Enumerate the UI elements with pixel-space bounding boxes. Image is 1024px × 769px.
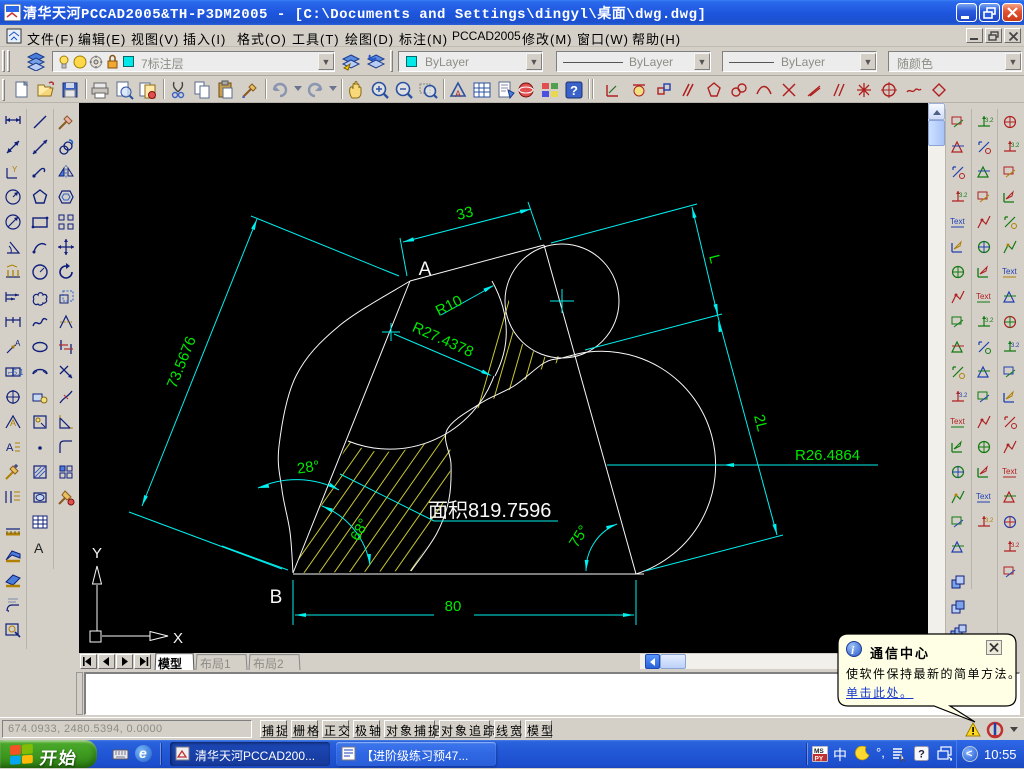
svg-text:PY: PY <box>815 756 824 763</box>
svg-text:3.2: 3.2 <box>1011 143 1020 149</box>
svg-text:3.2: 3.2 <box>1011 543 1020 549</box>
svg-text:A: A <box>6 442 14 454</box>
svg-text:X: X <box>173 630 183 647</box>
svg-text:28°: 28° <box>296 458 321 478</box>
svg-text:3.2: 3.2 <box>985 118 994 124</box>
svg-text:面积819.7596: 面积819.7596 <box>428 499 551 522</box>
svg-text:⌐5.1: ⌐5.1 <box>8 368 23 377</box>
svg-text:Text: Text <box>1002 467 1017 476</box>
svg-text:Text: Text <box>950 417 965 426</box>
svg-text:3.2: 3.2 <box>985 318 994 324</box>
svg-text:A: A <box>419 259 432 280</box>
svg-text:B: B <box>270 587 283 608</box>
svg-text:3.2: 3.2 <box>1011 343 1020 349</box>
svg-text:3.2: 3.2 <box>985 518 994 524</box>
svg-text:Text: Text <box>976 492 991 501</box>
svg-text:?: ? <box>570 83 578 98</box>
svg-text:3.2: 3.2 <box>959 393 968 399</box>
svg-text:A: A <box>10 418 16 428</box>
svg-text:A: A <box>34 540 44 556</box>
svg-text:3.2: 3.2 <box>959 193 968 199</box>
svg-text:MS: MS <box>814 748 824 755</box>
svg-text:Text: Text <box>950 217 965 226</box>
svg-text:Y: Y <box>92 545 102 562</box>
svg-text:R26.4864: R26.4864 <box>795 447 860 464</box>
svg-text:Y: Y <box>12 165 18 174</box>
svg-text:Text: Text <box>976 292 991 301</box>
svg-text:80: 80 <box>445 598 462 615</box>
svg-text:A: A <box>15 339 21 348</box>
svg-text:A: A <box>455 89 461 99</box>
svg-text:Text: Text <box>1002 267 1017 276</box>
svg-text:?: ? <box>918 749 925 761</box>
